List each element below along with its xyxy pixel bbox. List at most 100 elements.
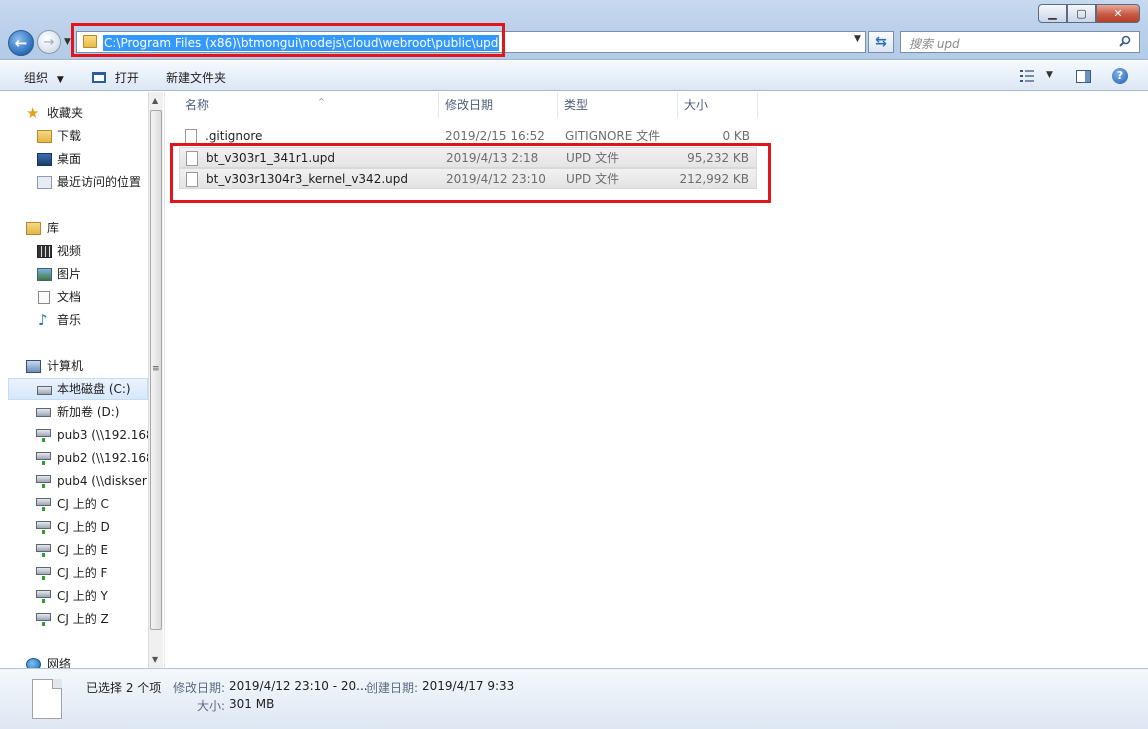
help-icon[interactable]: ?	[1112, 68, 1128, 84]
sidebar-item-music[interactable]: ♪ 音乐	[0, 309, 148, 331]
maximize-button[interactable]: ▢	[1067, 4, 1096, 23]
change-view-icon[interactable]	[1020, 70, 1034, 82]
sidebar-item-label: 桌面	[57, 152, 82, 166]
network-stand-icon	[42, 530, 45, 534]
sidebar-item-cj-f[interactable]: CJ 上的 F	[0, 562, 148, 584]
sidebar-item-label: CJ 上的 F	[57, 566, 108, 580]
sidebar-item-pictures[interactable]: 图片	[0, 263, 148, 285]
library-icon	[26, 222, 41, 235]
sidebar-item-libraries[interactable]: 库	[0, 217, 148, 239]
sidebar-item-label: CJ 上的 E	[57, 543, 109, 557]
sidebar-item-documents[interactable]: 文档	[0, 286, 148, 308]
address-highlight-frame	[71, 23, 505, 57]
column-date[interactable]: 修改日期	[439, 92, 558, 118]
column-label: 名称	[185, 98, 210, 112]
column-name[interactable]: 名称 ^	[179, 92, 439, 118]
network-stand-icon	[42, 576, 45, 580]
selection-count: 已选择 2 个项	[86, 681, 162, 695]
sidebar-item-downloads[interactable]: 下载	[0, 125, 148, 147]
sidebar-item-recent-places[interactable]: 最近访问的位置	[0, 171, 148, 193]
scroll-up-icon[interactable]: ▲	[152, 96, 158, 105]
document-icon	[38, 291, 50, 304]
column-label: 修改日期	[445, 98, 494, 112]
sort-arrow-icon: ^	[318, 97, 325, 106]
sidebar-header-label: 计算机	[47, 359, 84, 373]
network-drive-icon	[36, 429, 51, 437]
sidebar-item-drive-d[interactable]: 新加卷 (D:)	[0, 401, 148, 423]
download-folder-icon	[37, 130, 52, 143]
address-history-dropdown[interactable]: ▼	[854, 34, 861, 44]
preview-pane-icon[interactable]	[1076, 70, 1091, 83]
network-drive-icon	[36, 475, 51, 483]
minimize-button[interactable]: ▁	[1038, 4, 1067, 23]
chevron-down-icon: ▼	[56, 75, 64, 85]
refresh-button[interactable]: ⇆	[868, 31, 894, 53]
new-folder-label: 新建文件夹	[166, 71, 227, 85]
sidebar-item-label: CJ 上的 C	[57, 497, 109, 511]
recent-pages-dropdown[interactable]: ▼	[64, 37, 71, 47]
sidebar-item-label: 最近访问的位置	[57, 175, 142, 189]
navigation-scrollbar[interactable]: ▲ ≡ ▼	[148, 92, 163, 668]
search-placeholder: 搜索 upd	[909, 37, 960, 51]
sidebar-item-label: 图片	[57, 267, 82, 281]
window-controls: ▁ ▢ ✕	[1038, 4, 1140, 23]
network-stand-icon	[42, 599, 45, 603]
sidebar-item-cj-z[interactable]: CJ 上的 Z	[0, 608, 148, 630]
sidebar-item-network[interactable]: 网络	[0, 653, 148, 668]
sidebar-item-label: CJ 上的 D	[57, 520, 110, 534]
command-bar: 组织 ▼ 打开 新建文件夹 ▼ ?	[0, 61, 1148, 91]
column-type[interactable]: 类型	[558, 92, 678, 118]
arrow-right-icon: →	[43, 34, 55, 50]
files-highlight-frame	[170, 143, 771, 203]
search-icon[interactable]	[1119, 35, 1131, 47]
sidebar-item-pub4[interactable]: pub4 (\\diskser	[0, 470, 148, 492]
organize-menu[interactable]: 组织 ▼	[24, 69, 64, 86]
scroll-down-icon[interactable]: ▼	[152, 655, 158, 664]
open-button[interactable]: 打开	[92, 69, 139, 86]
network-drive-icon	[36, 498, 51, 506]
sidebar-item-label: 视频	[57, 244, 82, 258]
sidebar-item-label: 新加卷 (D:)	[57, 405, 120, 419]
sidebar-item-label: pub2 (\\192.168	[57, 451, 148, 465]
sidebar-item-videos[interactable]: 视频	[0, 240, 148, 262]
network-drive-icon	[36, 521, 51, 529]
view-options-dropdown[interactable]: ▼	[1046, 70, 1053, 80]
network-stand-icon	[42, 461, 45, 465]
sidebar-item-label: pub4 (\\diskser	[57, 474, 147, 488]
sidebar-item-favorites[interactable]: ★ 收藏夹	[0, 102, 148, 124]
network-stand-icon	[42, 622, 45, 626]
close-button[interactable]: ✕	[1096, 4, 1140, 23]
local-disk-icon	[37, 386, 52, 395]
star-icon: ★	[26, 104, 40, 122]
search-input[interactable]: 搜索 upd	[900, 31, 1140, 53]
picture-icon	[37, 268, 52, 281]
new-folder-button[interactable]: 新建文件夹	[166, 69, 226, 86]
forward-button[interactable]: →	[37, 30, 61, 54]
sidebar-item-computer[interactable]: 计算机	[0, 355, 148, 377]
column-size[interactable]: 大小	[678, 92, 758, 118]
refresh-icon: ⇆	[875, 34, 887, 50]
sidebar-item-cj-y[interactable]: CJ 上的 Y	[0, 585, 148, 607]
network-drive-icon	[36, 452, 51, 460]
organize-label: 组织	[24, 71, 49, 85]
column-label: 大小	[684, 98, 709, 112]
sidebar-item-cj-e[interactable]: CJ 上的 E	[0, 539, 148, 561]
network-drive-icon	[36, 590, 51, 598]
sidebar-item-label: 音乐	[57, 313, 82, 327]
sidebar-item-cj-c[interactable]: CJ 上的 C	[0, 493, 148, 515]
music-icon: ♪	[38, 311, 48, 329]
sidebar-item-pub2[interactable]: pub2 (\\192.168	[0, 447, 148, 469]
sidebar-item-local-disk-c[interactable]: 本地磁盘 (C:)	[8, 378, 148, 400]
sidebar-item-desktop[interactable]: 桌面	[0, 148, 148, 170]
column-header: 名称 ^ 修改日期 类型 大小	[165, 92, 1148, 118]
sidebar-item-pub3[interactable]: pub3 (\\192.168	[0, 424, 148, 446]
modified-label: 修改日期:	[173, 681, 226, 695]
grip-icon: ≡	[152, 364, 160, 374]
sidebar-item-cj-d[interactable]: CJ 上的 D	[0, 516, 148, 538]
network-stand-icon	[42, 553, 45, 557]
video-icon	[37, 245, 52, 258]
computer-icon	[26, 360, 41, 373]
recent-places-icon	[37, 176, 52, 189]
back-button[interactable]: ←	[8, 30, 34, 56]
network-icon	[26, 658, 41, 668]
